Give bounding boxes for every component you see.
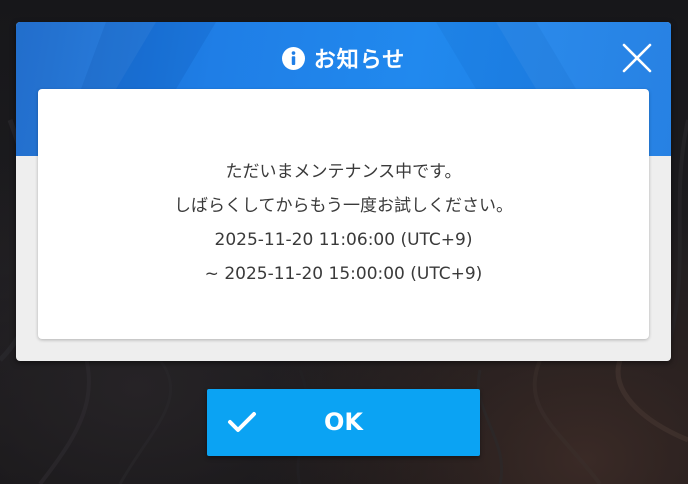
ok-button-label: OK xyxy=(324,408,363,436)
ok-button[interactable]: OK xyxy=(207,389,480,456)
info-icon xyxy=(281,46,305,70)
message-line: ただいまメンテナンス中です。 xyxy=(225,162,462,182)
close-icon xyxy=(622,43,652,73)
dialog-title-bar: お知らせ xyxy=(16,38,671,78)
maintenance-message: ただいまメンテナンス中です。 しばらくしてからもう一度お試しください。 2025… xyxy=(38,155,649,291)
game-screen: お知らせ ただいまメンテナンス中です。 しばらくしてからもう一度お試しください。… xyxy=(0,0,688,484)
maintenance-end-time: ~ 2025-11-20 15:00:00 (UTC+9) xyxy=(204,264,483,284)
dialog-title: お知らせ xyxy=(313,48,406,73)
maintenance-start-time: 2025-11-20 11:06:00 (UTC+9) xyxy=(214,230,473,250)
close-button[interactable] xyxy=(619,40,655,76)
message-panel: ただいまメンテナンス中です。 しばらくしてからもう一度お試しください。 2025… xyxy=(38,89,649,339)
message-line: しばらくしてからもう一度お試しください。 xyxy=(174,196,513,216)
notice-dialog: お知らせ ただいまメンテナンス中です。 しばらくしてからもう一度お試しください。… xyxy=(16,22,671,361)
